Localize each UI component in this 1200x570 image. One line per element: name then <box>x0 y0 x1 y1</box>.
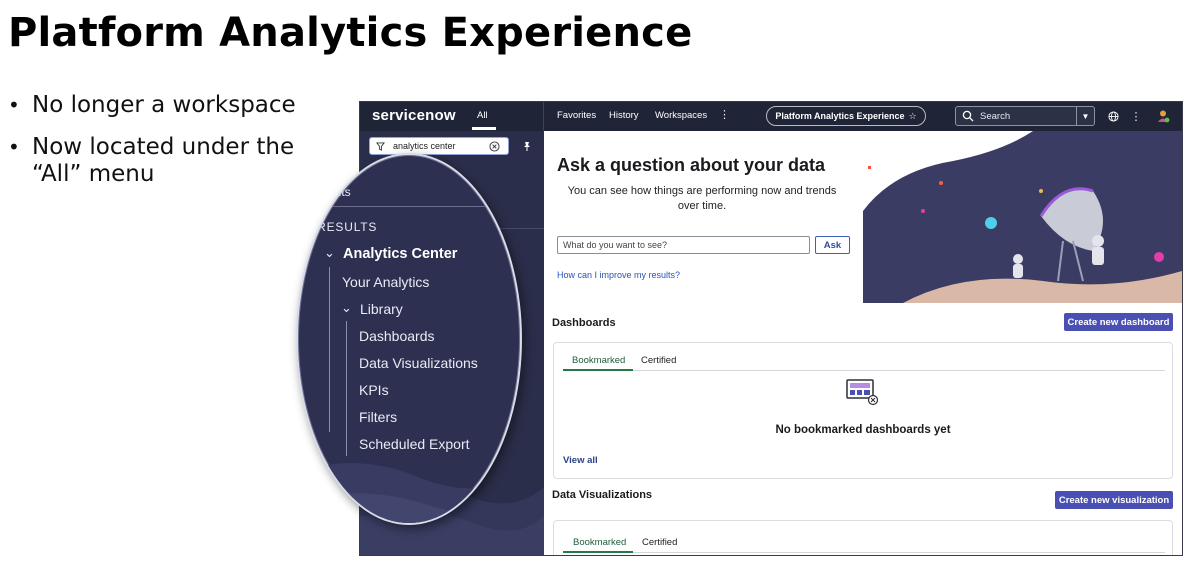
tab-active-indicator <box>563 369 633 371</box>
tree-guide-line <box>329 267 330 432</box>
ask-subtitle: You can see how things are performing no… <box>567 185 837 212</box>
data-visualizations-title: Data Visualizations <box>552 489 653 501</box>
context-pill-label: Platform Analytics Experience <box>775 111 905 121</box>
favorites-menu[interactable]: Favorites <box>557 110 596 121</box>
menu-item-filters[interactable]: Filters <box>359 409 397 425</box>
menu-item-analytics-center[interactable]: Analytics Center <box>343 246 457 262</box>
filter-icon <box>376 141 385 151</box>
menu-item-library[interactable]: Library <box>360 301 403 317</box>
search-icon <box>962 110 974 122</box>
search-input[interactable]: Search <box>980 111 1076 122</box>
tab-certified[interactable]: Certified <box>642 537 677 548</box>
tab-bookmarked[interactable]: Bookmarked <box>573 537 626 548</box>
chevron-down-icon[interactable]: ▼ <box>1076 107 1094 125</box>
all-menu-active-indicator <box>472 127 496 130</box>
globe-icon[interactable] <box>1106 109 1120 123</box>
tab-baseline <box>563 370 1165 371</box>
global-search[interactable]: Search ▼ <box>955 106 1095 126</box>
magnifier-background-wave <box>298 463 520 523</box>
dashboards-card: Bookmarked Certified No bookmarked dashb… <box>553 342 1173 479</box>
menu-item-dashboards[interactable]: Dashboards <box>359 328 435 344</box>
magnifier-divider <box>298 206 520 207</box>
create-dashboard-button[interactable]: Create new dashboard <box>1064 313 1173 331</box>
hero-illustration <box>863 131 1182 303</box>
history-menu[interactable]: History <box>609 110 639 121</box>
pin-icon[interactable] <box>522 141 532 151</box>
context-pill[interactable]: Platform Analytics Experience ☆ <box>766 106 926 126</box>
ask-button[interactable]: Ask <box>815 236 850 254</box>
star-icon[interactable]: ☆ <box>909 111 917 122</box>
ask-title: Ask a question about your data <box>557 155 826 175</box>
dashboards-title: Dashboards <box>552 317 616 329</box>
bullet-item: No longer a workspace <box>8 92 318 119</box>
create-visualization-button[interactable]: Create new visualization <box>1055 491 1173 509</box>
user-avatar-icon[interactable] <box>1156 109 1170 123</box>
all-menu-tab[interactable]: All <box>477 110 488 121</box>
visualizations-card: Bookmarked Certified <box>553 520 1173 555</box>
menu-item-kpis[interactable]: KPIs <box>359 382 389 398</box>
workspaces-menu[interactable]: Workspaces <box>655 110 707 121</box>
filter-value: analytics center <box>393 141 456 151</box>
empty-state-text: No bookmarked dashboards yet <box>775 424 951 436</box>
all-results-heading: L RESULTS <box>306 220 378 234</box>
tab-baseline <box>563 552 1165 553</box>
menu-item-data-visualizations[interactable]: Data Visualizations <box>359 355 478 371</box>
servicenow-logo[interactable]: servicenow <box>372 107 456 124</box>
top-navigation-bar: servicenow All Favorites History Workspa… <box>360 102 1182 131</box>
nav-divider <box>543 102 544 131</box>
more-vertical-icon[interactable]: ⋮ <box>1129 109 1143 123</box>
bullet-item: Now located under the “All” menu <box>8 134 318 188</box>
more-vertical-icon[interactable]: ⋮ <box>719 108 730 121</box>
filter-input[interactable]: analytics center <box>369 137 509 155</box>
clear-icon[interactable] <box>489 140 500 152</box>
menu-item-your-analytics[interactable]: Your Analytics <box>342 274 429 290</box>
chevron-down-icon[interactable]: ⌄ <box>341 300 352 316</box>
ask-question-input[interactable]: What do you want to see? <box>557 236 810 254</box>
chevron-down-icon[interactable]: ⌄ <box>324 245 335 261</box>
empty-dashboard-icon <box>846 379 879 406</box>
magnifier-callout: sults L RESULTS ⌄ Analytics Center Your … <box>296 153 522 525</box>
improve-results-link[interactable]: How can I improve my results? <box>557 270 680 280</box>
slide-title: Platform Analytics Experience <box>8 10 693 56</box>
results-label: sults <box>326 185 351 199</box>
tab-certified[interactable]: Certified <box>641 355 676 366</box>
main-content: Ask a question about your data You can s… <box>544 131 1182 555</box>
tab-bookmarked[interactable]: Bookmarked <box>572 355 625 366</box>
bullet-list: No longer a workspace Now located under … <box>8 92 318 203</box>
view-all-link[interactable]: View all <box>563 455 598 466</box>
tab-active-indicator <box>563 551 633 553</box>
